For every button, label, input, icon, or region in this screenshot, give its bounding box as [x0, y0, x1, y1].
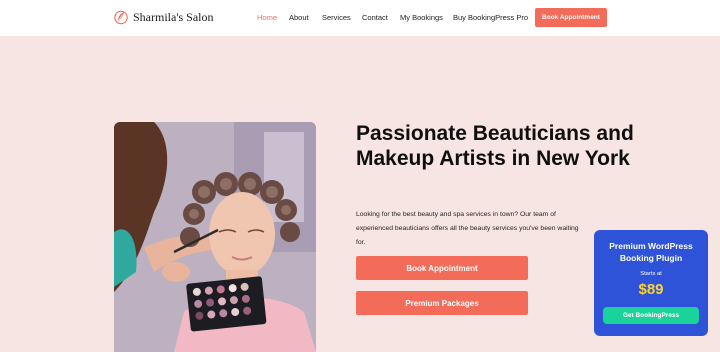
nav-item-buy-bookingpress-pro[interactable]: Buy BookingPress Pro — [453, 13, 528, 22]
promo-title: Premium WordPress Booking Plugin — [609, 241, 693, 263]
header-book-appointment-button[interactable]: Book Appointment — [535, 8, 607, 27]
hero-title: Passionate Beauticians and Makeup Artist… — [356, 122, 634, 170]
promo-price: $89 — [638, 281, 664, 298]
nav-item-about[interactable]: About — [289, 13, 309, 22]
site-header: Sharmila's Salon Home About Services Con… — [0, 0, 720, 36]
hero-photo-makeup-artist — [114, 122, 316, 352]
nav-item-contact[interactable]: Contact — [362, 13, 388, 22]
bookingpress-promo-card: Premium WordPress Booking Plugin Starts … — [594, 230, 708, 336]
premium-packages-button[interactable]: Premium Packages — [356, 291, 528, 315]
site-logo[interactable]: Sharmila's Salon — [114, 9, 214, 25]
book-appointment-button[interactable]: Book Appointment — [356, 256, 528, 280]
nav-item-my-bookings[interactable]: My Bookings — [400, 13, 443, 22]
makeup-artist-illustration — [114, 122, 316, 352]
get-bookingpress-button[interactable]: Get BookingPress — [603, 307, 699, 324]
site-title: Sharmila's Salon — [133, 9, 214, 24]
nav-item-home[interactable]: Home — [257, 13, 277, 22]
promo-starts-at: Starts at — [640, 271, 662, 277]
hero-description: Looking for the best beauty and spa serv… — [356, 211, 579, 246]
salon-leaf-logo-icon — [114, 10, 128, 25]
nav-item-services[interactable]: Services — [322, 13, 351, 22]
